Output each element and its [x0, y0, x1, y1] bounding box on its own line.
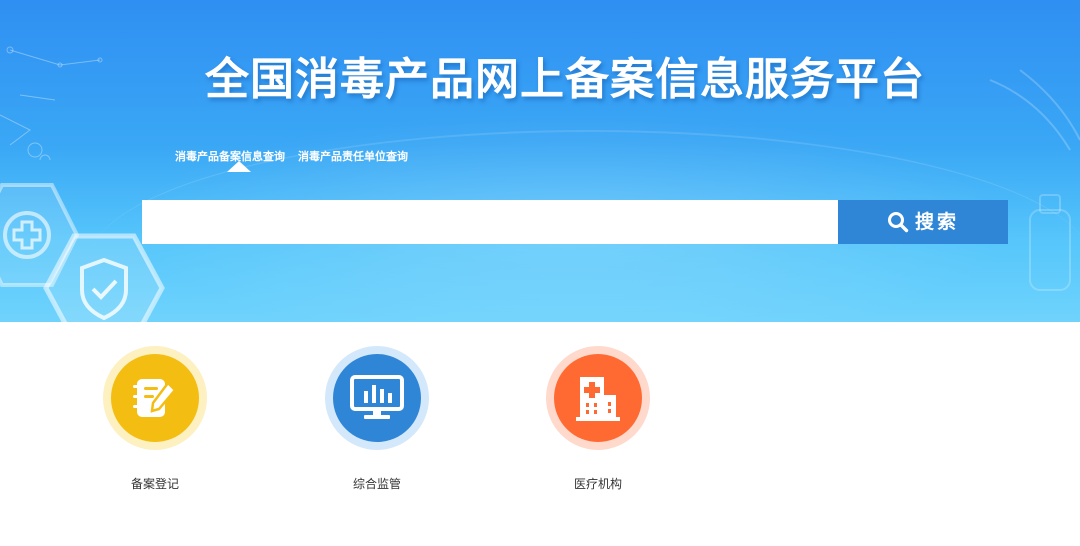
- shield-check-hexagon-icon: [43, 233, 165, 322]
- search-button-label: 搜索: [914, 211, 959, 233]
- monitor-chart-icon: [350, 375, 404, 419]
- register-notepad-icon: [133, 379, 177, 417]
- header-banner: [0, 0, 1080, 322]
- tab-responsible-unit-query[interactable]: 消毒产品责任单位查询: [298, 150, 408, 174]
- service-label: 综合监管: [352, 477, 401, 491]
- search-tabs: 消毒产品备案信息查询 消毒产品责任单位查询: [175, 150, 408, 174]
- service-icon-circle: [111, 354, 199, 442]
- service-icon-ring: [325, 346, 429, 450]
- service-card-medical-institution[interactable]: 医疗机构: [539, 346, 659, 496]
- service-card-registration[interactable]: 备案登记: [96, 346, 216, 496]
- hospital-building-icon: [576, 377, 620, 421]
- service-icon-circle: [554, 354, 642, 442]
- search-button[interactable]: 搜索: [838, 200, 1008, 244]
- service-label: 备案登记: [130, 477, 179, 491]
- search-icon: [887, 212, 909, 233]
- active-tab-indicator: [227, 161, 251, 172]
- service-icon-ring: [546, 346, 650, 450]
- service-card-supervision[interactable]: 综合监管: [318, 346, 438, 496]
- service-label: 医疗机构: [573, 477, 622, 491]
- service-icon-ring: [103, 346, 207, 450]
- service-icon-circle: [333, 354, 421, 442]
- page-title: 全国消毒产品网上备案信息服务平台: [205, 54, 925, 105]
- search-input[interactable]: [142, 200, 838, 244]
